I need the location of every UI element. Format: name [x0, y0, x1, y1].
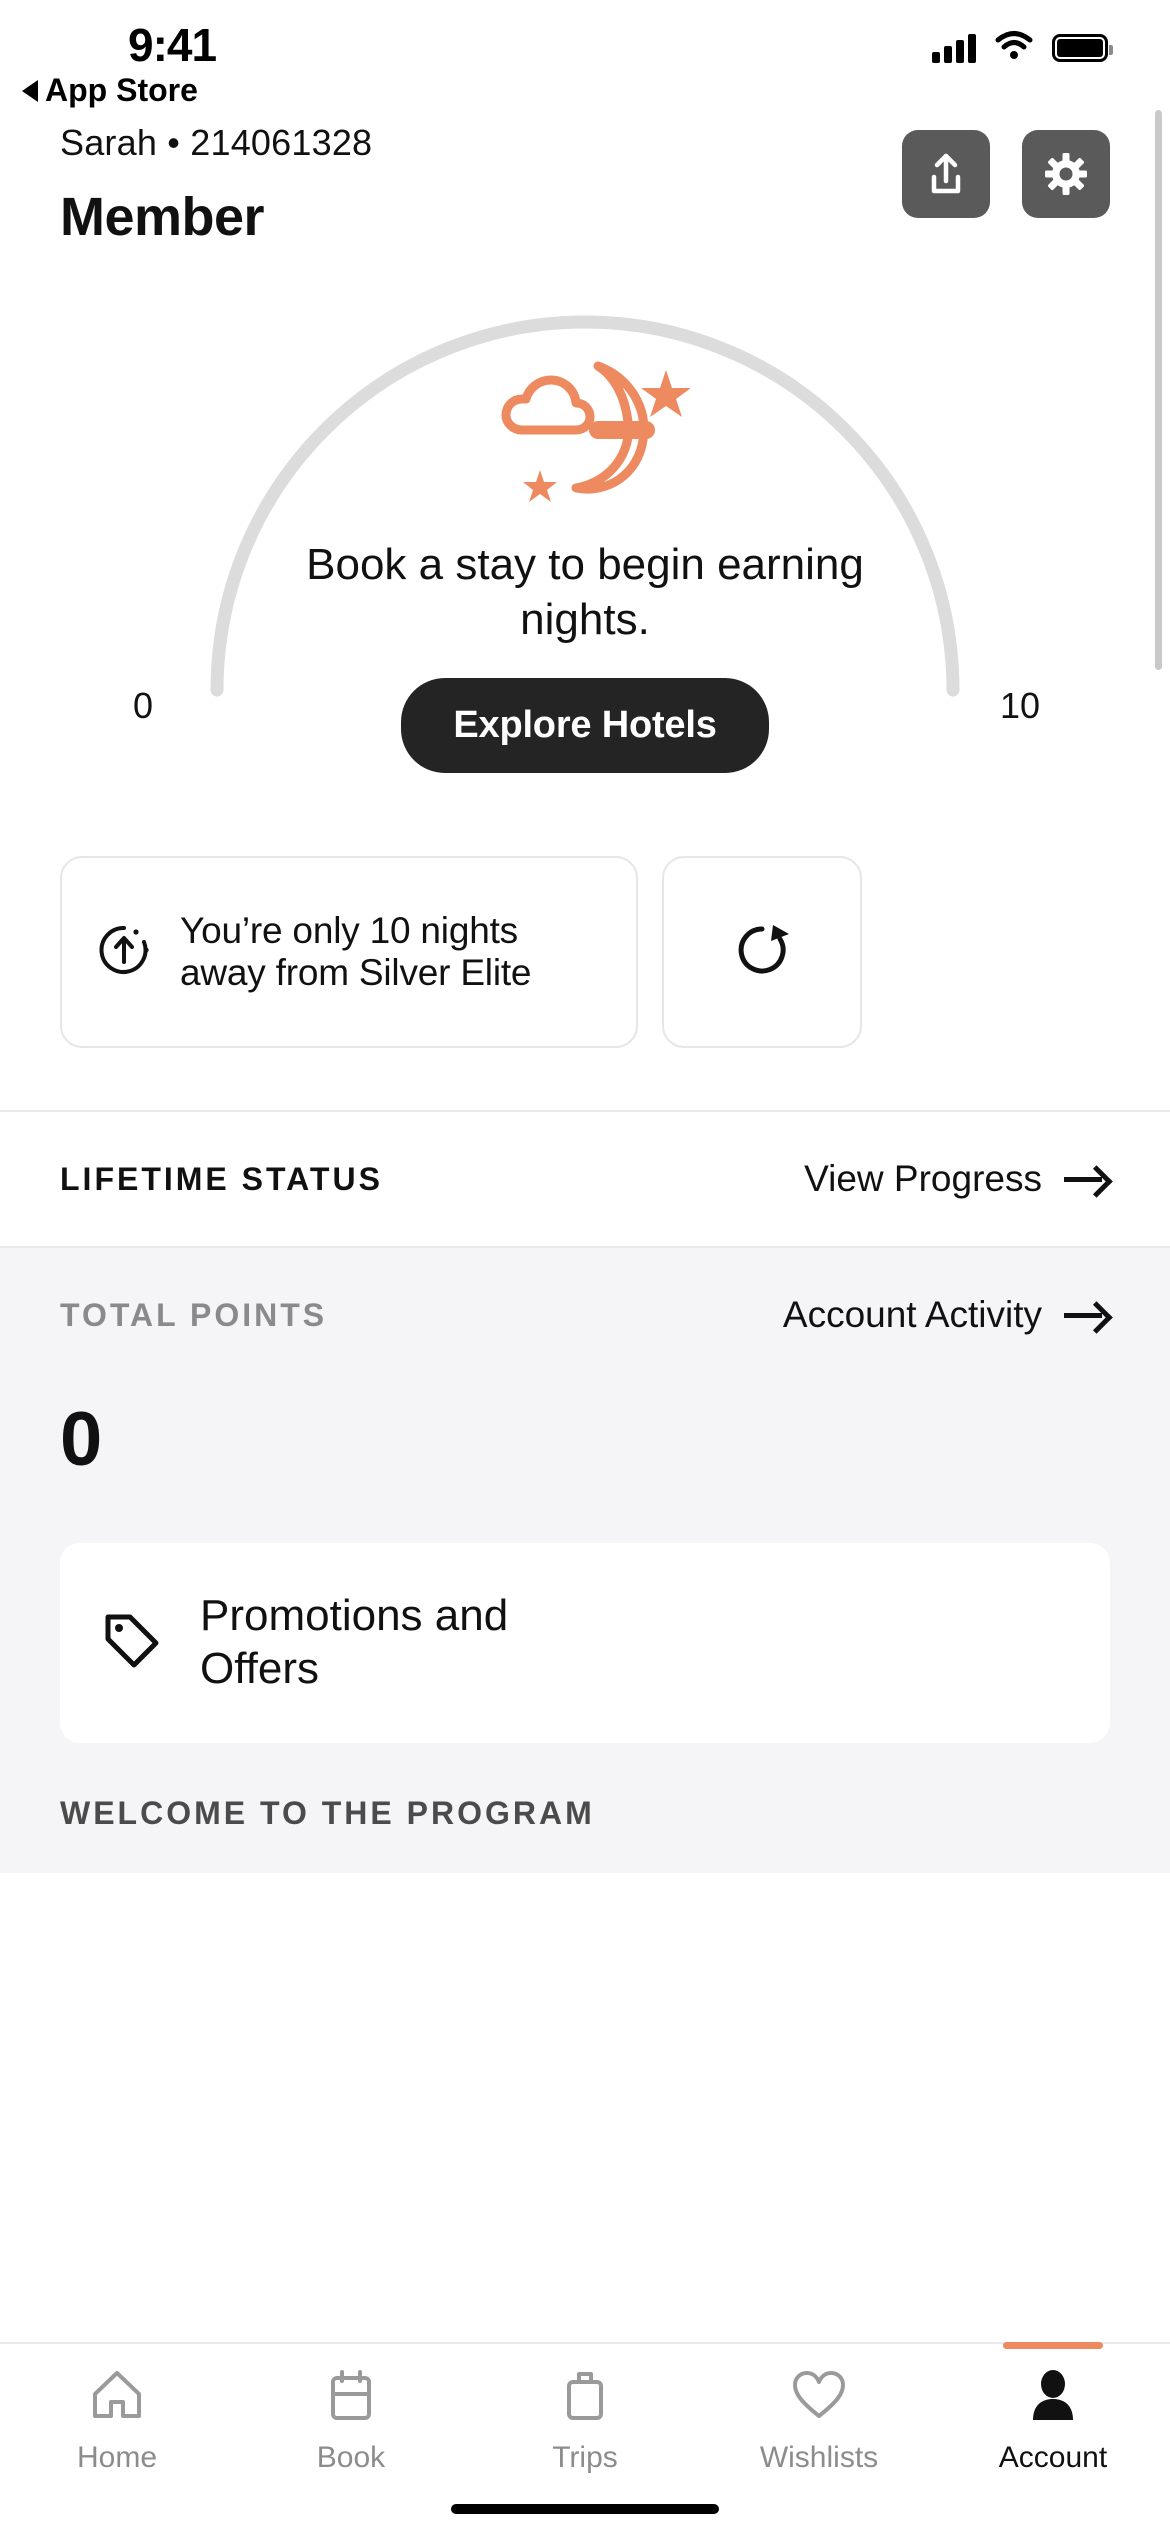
progress-card-text: You’re only 10 nights away from Silver E…: [180, 910, 532, 993]
status-time: 9:41: [128, 19, 217, 71]
promotions-and-offers-card[interactable]: Promotions and Offers: [60, 1543, 1110, 1743]
wifi-icon: [994, 30, 1034, 65]
view-progress-link[interactable]: View Progress: [804, 1158, 1110, 1200]
share-upload-icon: [924, 151, 968, 197]
tab-label-book: Book: [316, 2441, 386, 2474]
gear-icon: [1044, 152, 1088, 196]
tab-label-account: Account: [998, 2441, 1108, 2474]
gauge-content: Book a stay to begin earning nights. Exp…: [0, 352, 1170, 773]
tab-label-trips: Trips: [552, 2441, 618, 2474]
tab-trips[interactable]: Trips: [468, 2368, 702, 2475]
home-indicator-area: [0, 2486, 1170, 2532]
status-bar: 9:41 App Store: [0, 0, 1170, 108]
nights-gauge: 0 10 Book a stay to begin earning nights…: [0, 290, 1170, 850]
account-header: Sarah • 214061328 Member: [0, 100, 1170, 248]
home-icon: [89, 2368, 145, 2427]
gauge-message: Book a stay to begin earning nights.: [306, 540, 864, 645]
arrow-right-icon: [1064, 1167, 1110, 1191]
member-meta: Sarah • 214061328: [60, 122, 373, 163]
refresh-circle-icon: [733, 921, 791, 984]
header-actions: [902, 130, 1110, 218]
cellular-signal-icon: [932, 33, 976, 63]
lifetime-status-row: LIFETIME STATUS View Progress: [60, 1112, 1110, 1246]
app-screen: 9:41 App Store Sarah • 214061328 Member …: [0, 0, 1170, 2532]
arrow-up-circle-icon: [96, 922, 152, 983]
account-activity-link[interactable]: Account Activity: [783, 1294, 1110, 1336]
welcome-label: WELCOME TO THE PROGRAM: [60, 1795, 595, 1831]
scroll-content: Sarah • 214061328 Member 0 10 Book a sta…: [0, 100, 1170, 2342]
member-info: Sarah • 214061328 Member: [60, 122, 372, 248]
progress-card-silver-elite[interactable]: You’re only 10 nights away from Silver E…: [60, 856, 638, 1048]
moon-cloud-stars-icon: [480, 352, 691, 507]
account-activity-label: Account Activity: [782, 1294, 1042, 1335]
welcome-section: WELCOME TO THE PROGRAM: [0, 1743, 1170, 1863]
bottom-tab-bar: Home Book Trips Wishlists Account: [0, 2342, 1170, 2532]
person-icon: [1025, 2368, 1081, 2427]
share-button[interactable]: [902, 130, 990, 218]
tab-label-wishlists: Wishlists: [759, 2441, 879, 2474]
promotions-title: Promotions and Offers: [200, 1591, 509, 1693]
tab-wishlists[interactable]: Wishlists: [702, 2368, 936, 2475]
progress-cards-carousel[interactable]: You’re only 10 nights away from Silver E…: [0, 856, 1170, 1048]
back-caret-icon: [22, 79, 38, 102]
active-tab-indicator: [1003, 2342, 1103, 2349]
total-points-label: TOTAL POINTS: [60, 1296, 328, 1333]
promotions-section: Promotions and Offers: [0, 1483, 1170, 1743]
briefcase-icon: [559, 2368, 611, 2427]
total-points-row: TOTAL POINTS Account Activity: [60, 1248, 1110, 1382]
tab-book[interactable]: Book: [234, 2368, 468, 2475]
lifetime-status-label: LIFETIME STATUS: [60, 1160, 383, 1197]
tab-label-home: Home: [76, 2441, 158, 2474]
explore-hotels-button[interactable]: Explore Hotels: [401, 677, 769, 773]
progress-card-renewal[interactable]: [662, 856, 862, 1048]
price-tag-icon: [100, 1609, 164, 1678]
heart-icon: [790, 2368, 848, 2427]
status-icons: [932, 30, 1113, 65]
tab-account[interactable]: Account: [936, 2342, 1170, 2475]
total-points-section: TOTAL POINTS Account Activity 0 Promotio…: [0, 1248, 1170, 1873]
lifetime-status-section: LIFETIME STATUS View Progress: [0, 1112, 1170, 1246]
calendar-icon: [325, 2368, 377, 2427]
home-indicator[interactable]: [451, 2504, 719, 2514]
tab-home[interactable]: Home: [0, 2368, 234, 2475]
arrow-right-icon: [1064, 1303, 1110, 1327]
battery-icon: [1052, 33, 1113, 62]
view-progress-label: View Progress: [804, 1158, 1042, 1199]
total-points-value: 0: [60, 1397, 102, 1482]
settings-button[interactable]: [1022, 130, 1110, 218]
page-title: Member: [60, 187, 265, 247]
